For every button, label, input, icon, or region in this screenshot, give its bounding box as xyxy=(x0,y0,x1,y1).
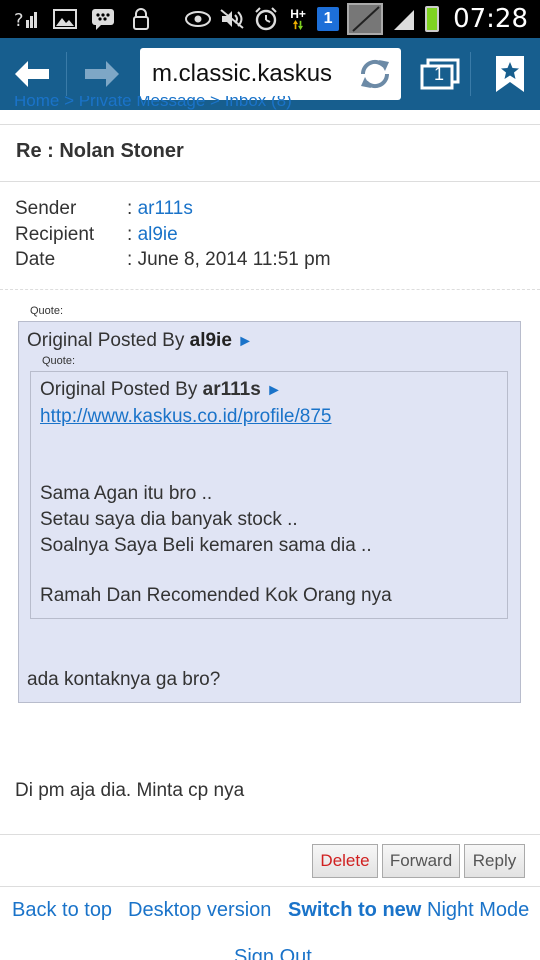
sender-row: Sender : ar111s xyxy=(15,198,331,224)
outer-quote-header: Original Posted By al9ie ► xyxy=(27,330,253,352)
goto-post-arrow-icon[interactable]: ► xyxy=(266,382,282,399)
svg-text:?: ? xyxy=(14,10,24,30)
arrow-left-icon xyxy=(15,61,49,87)
url-text: m.classic.kaskus xyxy=(152,60,333,87)
date-row: Date : June 8, 2014 11:51 pm xyxy=(15,249,331,275)
recipient-row: Recipient : al9ie xyxy=(15,224,331,250)
quote-reply-text: ada kontaknya ga bro? xyxy=(27,669,221,690)
quote-line: Ramah Dan Recomended Kok Orang nya xyxy=(40,585,392,606)
bookmark-button[interactable] xyxy=(480,38,540,110)
url-bar[interactable]: m.classic.kaskus xyxy=(140,48,401,100)
clock: 07:28 xyxy=(453,4,528,34)
date-label: Date xyxy=(15,249,56,270)
recipient-link[interactable]: al9ie xyxy=(138,224,178,250)
dashed-divider xyxy=(0,289,540,290)
battery-icon xyxy=(425,6,440,32)
breadcrumb[interactable]: Home > Private Message > Inbox (8) xyxy=(14,96,292,114)
tab-count: 1 xyxy=(434,64,445,84)
delete-button[interactable]: Delete xyxy=(312,844,378,878)
goto-post-arrow-icon[interactable]: ► xyxy=(237,333,253,350)
sender-link[interactable]: ar111s xyxy=(138,198,193,224)
signal-unknown-icon: ? xyxy=(14,8,40,30)
divider xyxy=(0,181,540,182)
bookmark-star-icon xyxy=(496,56,524,92)
separator: : xyxy=(127,223,133,245)
outer-quote: Original Posted By al9ie ► Quote: Origin… xyxy=(18,321,521,703)
inner-quote-header: Original Posted By ar111s ► xyxy=(40,379,282,401)
arrow-right-icon xyxy=(85,61,119,87)
desktop-version-link[interactable]: Desktop version xyxy=(128,899,271,922)
quote-prefix: Original Posted By xyxy=(27,330,185,351)
message-body: Di pm aja dia. Minta cp nya xyxy=(15,780,245,801)
divider xyxy=(0,834,540,835)
recipient-label: Recipient xyxy=(15,223,95,245)
bbm-icon xyxy=(90,8,116,30)
switch-to-new-link[interactable]: Switch to new xyxy=(288,899,421,922)
inner-quote-label: Quote: xyxy=(42,355,76,367)
sender-label: Sender xyxy=(15,198,77,219)
inner-quote: Original Posted By ar111s ► http://www.k… xyxy=(30,371,508,619)
gallery-icon xyxy=(52,8,78,30)
status-bar: ? H+ 1 07:28 xyxy=(0,0,540,38)
tabs-button[interactable]: 1 xyxy=(412,38,468,110)
quote-line: Soalnya Saya Beli kemaren sama dia .. xyxy=(40,535,372,556)
reply-button[interactable]: Reply xyxy=(464,844,525,878)
no-sim-icon xyxy=(347,3,384,35)
signal-bars-icon xyxy=(391,8,417,30)
divider xyxy=(0,886,540,887)
quote-prefix: Original Posted By xyxy=(40,379,198,400)
page-title: Re : Nolan Stoner xyxy=(16,140,184,162)
network-type-label: H+ xyxy=(290,7,306,21)
sign-out-link[interactable]: Sign Out xyxy=(234,946,312,960)
separator: : xyxy=(127,198,133,219)
mute-icon xyxy=(219,8,245,30)
security-icon xyxy=(128,8,154,30)
separator: : xyxy=(127,249,133,270)
profile-link[interactable]: http://www.kaskus.co.id/profile/875 xyxy=(40,406,331,428)
night-mode-link[interactable]: Night Mode xyxy=(427,899,529,922)
notification-badge-icon: 1 xyxy=(317,7,340,31)
quote-line: Sama Agan itu bro .. xyxy=(40,483,213,504)
message-meta: Sender : ar111s Recipient : al9ie Date :… xyxy=(15,198,331,275)
quote-line: Setau saya dia banyak stock .. xyxy=(40,509,298,530)
eye-icon xyxy=(185,8,212,30)
data-arrows-icon: H+ xyxy=(287,8,309,30)
refresh-icon[interactable] xyxy=(357,56,393,92)
quote-author: ar111s xyxy=(202,379,261,400)
divider xyxy=(0,124,540,125)
quote-label: Quote: xyxy=(30,305,64,317)
alarm-icon xyxy=(253,7,279,31)
forward-message-button[interactable]: Forward xyxy=(382,844,460,878)
date-value: June 8, 2014 11:51 pm xyxy=(137,249,331,270)
back-to-top-link[interactable]: Back to top xyxy=(12,899,112,922)
toolbar-divider-2 xyxy=(470,52,471,96)
quote-author: al9ie xyxy=(189,330,232,351)
